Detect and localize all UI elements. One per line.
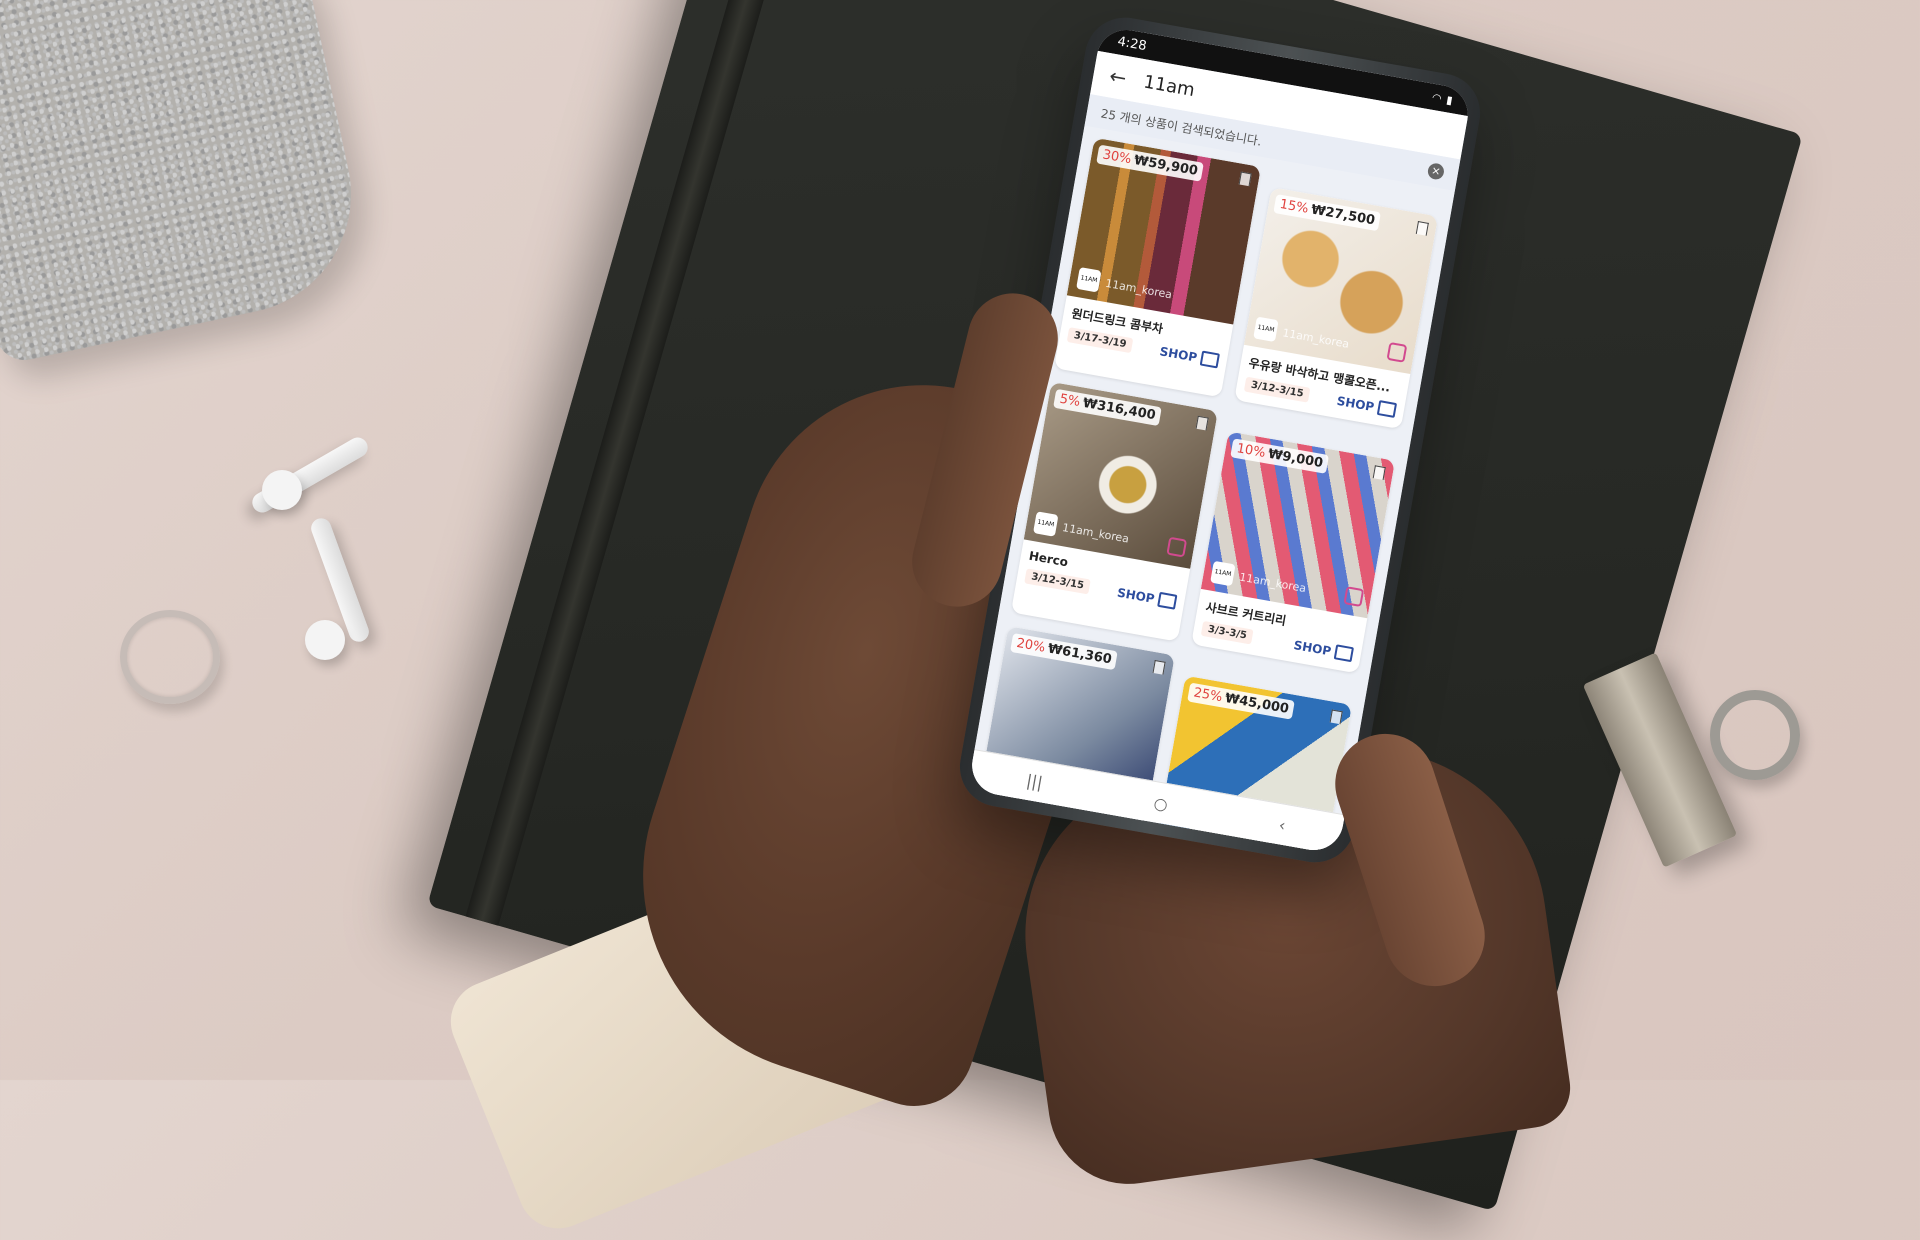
date-range: 3/17-3/19: [1066, 327, 1134, 354]
store-icon: [1333, 644, 1355, 663]
metal-clip-loop: [1710, 690, 1800, 780]
date-range: 3/3-3/5: [1200, 620, 1254, 645]
product-card[interactable]: 10%₩9,000 11AM 11am_korea 사브르 커트리리 3/3-3…: [1191, 431, 1396, 674]
bookmark-icon[interactable]: [1415, 221, 1429, 236]
discount-rate: 15%: [1278, 196, 1310, 217]
brand-name: 11am_korea: [1104, 276, 1174, 302]
discount-rate: 20%: [1015, 635, 1047, 656]
product-card[interactable]: 15%₩27,500 11AM 11am_korea 우유랑 바삭하고 맹콜오픈…: [1234, 187, 1439, 430]
price-badge: 20%₩61,360: [1010, 633, 1119, 671]
price: ₩59,900: [1132, 152, 1200, 179]
product-image[interactable]: 15%₩27,500 11AM 11am_korea: [1243, 187, 1439, 375]
search-query-title: 11am: [1142, 70, 1197, 101]
brand-logo: 11AM: [1076, 267, 1102, 293]
discount-rate: 25%: [1192, 685, 1224, 706]
price-badge: 5%₩316,400: [1053, 388, 1162, 427]
shop-button[interactable]: SHOP: [1116, 585, 1178, 610]
brand-logo: 11AM: [1253, 316, 1279, 343]
recent-apps-icon[interactable]: |||: [1025, 770, 1044, 792]
price: ₩316,400: [1081, 395, 1157, 424]
home-icon[interactable]: ○: [1152, 793, 1169, 814]
product-card[interactable]: 30%₩59,900 11AM 11am_korea 원더드링크 콤부차 3/1…: [1053, 137, 1262, 398]
clear-search-icon[interactable]: ×: [1426, 162, 1446, 181]
price-badge: 25%₩45,000: [1187, 682, 1296, 720]
granite-stone: [0, 0, 374, 366]
discount-rate: 10%: [1235, 441, 1267, 461]
status-time: 4:28: [1116, 33, 1148, 54]
bookmark-icon[interactable]: [1238, 171, 1252, 187]
store-icon: [1376, 400, 1398, 418]
bookmark-icon[interactable]: [1195, 415, 1209, 431]
product-image[interactable]: 10%₩9,000 11AM 11am_korea: [1200, 431, 1396, 619]
product-image[interactable]: 5%₩316,400 11AM 11am_korea: [1023, 381, 1218, 569]
store-icon: [1199, 350, 1220, 369]
instagram-icon: [1166, 536, 1188, 558]
store-icon: [1157, 591, 1178, 610]
battery-icon: ▮: [1445, 92, 1454, 107]
shop-button[interactable]: SHOP: [1335, 393, 1398, 418]
ring: [120, 610, 220, 704]
price-badge: 10%₩9,000: [1230, 438, 1330, 474]
brand-name: 11am_korea: [1061, 521, 1130, 546]
shop-label: SHOP: [1292, 637, 1333, 658]
price-badge: 30%₩59,900: [1096, 144, 1205, 182]
brand-name: 11am_korea: [1281, 326, 1351, 351]
brand-logo: 11AM: [1210, 560, 1236, 587]
instagram-icon: [1386, 341, 1408, 363]
bookmark-icon[interactable]: [1372, 465, 1386, 481]
price: ₩9,000: [1266, 446, 1325, 472]
earbud-right-head: [305, 620, 345, 660]
product-card[interactable]: 5%₩316,400 11AM 11am_korea Herco 3/12-3/…: [1010, 381, 1218, 642]
status-icons: ◠ ▮: [1431, 90, 1454, 106]
discount-rate: 5%: [1058, 391, 1082, 411]
instagram-icon: [1343, 586, 1365, 608]
brand-logo: 11AM: [1033, 511, 1059, 537]
shop-label: SHOP: [1158, 343, 1199, 365]
product-image[interactable]: 30%₩59,900 11AM 11am_korea: [1066, 137, 1262, 325]
price: ₩27,500: [1309, 202, 1377, 229]
price: ₩61,360: [1046, 641, 1113, 668]
date-range: 3/12-3/15: [1024, 568, 1091, 595]
date-range: 3/12-3/15: [1243, 376, 1311, 403]
back-nav-icon[interactable]: ‹: [1278, 815, 1288, 835]
shop-button[interactable]: SHOP: [1292, 637, 1355, 663]
bookmark-icon[interactable]: [1329, 709, 1343, 725]
discount-rate: 30%: [1101, 147, 1133, 168]
back-arrow-icon[interactable]: ←: [1108, 63, 1129, 90]
brand-name: 11am_korea: [1238, 570, 1308, 596]
price: ₩45,000: [1223, 690, 1290, 717]
shop-label: SHOP: [1116, 585, 1156, 606]
earbud-left-head: [262, 470, 302, 510]
price-badge: 15%₩27,500: [1273, 194, 1382, 232]
shop-button[interactable]: SHOP: [1158, 343, 1220, 369]
shop-label: SHOP: [1335, 393, 1376, 414]
bookmark-icon[interactable]: [1152, 660, 1166, 675]
wifi-icon: ◠: [1431, 90, 1443, 105]
